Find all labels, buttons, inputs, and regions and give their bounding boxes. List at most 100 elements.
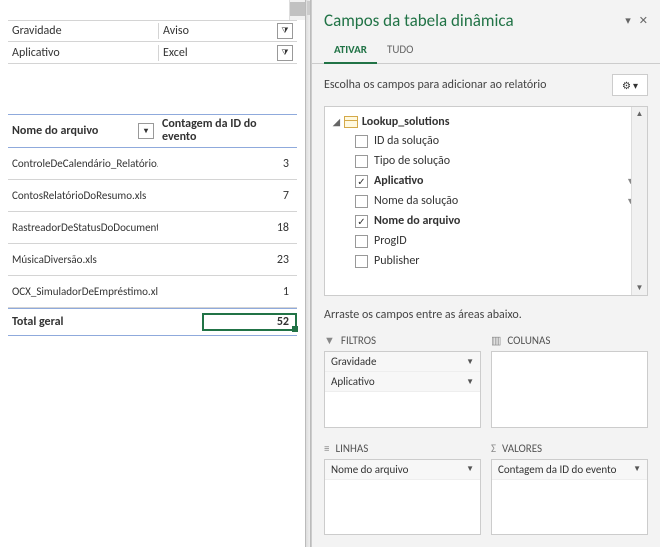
- scroll-down-icon[interactable]: ▼: [632, 281, 647, 295]
- vertical-scrollbar[interactable]: [289, 0, 305, 20]
- row-name: MúsicaDiversão.xls: [8, 253, 158, 266]
- filter-value-text: Aviso: [163, 24, 189, 38]
- chevron-down-icon[interactable]: ▼: [466, 377, 474, 387]
- dropdown-icon[interactable]: ▾: [625, 14, 631, 27]
- pane-tabs: ATIVAR TUDO: [312, 37, 660, 64]
- area-label: FILTROS: [341, 334, 376, 347]
- chevron-down-icon[interactable]: ▼: [466, 464, 474, 474]
- total-value-cell[interactable]: 52: [158, 315, 297, 329]
- field-item[interactable]: ✓ Nome do arquivo: [329, 211, 643, 231]
- filter-row: Gravidade Aviso ⧩: [8, 20, 297, 42]
- checkbox-icon[interactable]: [355, 255, 368, 268]
- area-header: ▼ FILTROS: [324, 330, 481, 351]
- checkbox-icon[interactable]: [355, 135, 368, 148]
- field-item[interactable]: Tipo de solução: [329, 151, 643, 171]
- field-label: Nome do arquivo: [374, 214, 639, 228]
- field-label: Nome da solução: [374, 194, 626, 208]
- area-item-label: Contagem da ID do evento: [498, 463, 616, 476]
- checkbox-icon[interactable]: [355, 235, 368, 248]
- area-item[interactable]: Nome do arquivo ▼: [325, 460, 480, 480]
- area-item-label: Gravidade: [331, 355, 376, 368]
- total-value: 52: [277, 315, 289, 329]
- row-count: 18: [158, 221, 297, 235]
- area-item-label: Nome do arquivo: [331, 463, 408, 476]
- chevron-down-icon[interactable]: ▼: [633, 464, 641, 474]
- tab-all[interactable]: TUDO: [377, 37, 423, 63]
- filter-label: Gravidade: [8, 24, 158, 38]
- pivot-worksheet-area: Gravidade Aviso ⧩ Aplicativo Excel ⧩ Nom…: [0, 0, 305, 547]
- pane-controls: ▾ ✕: [625, 14, 648, 27]
- pivot-header-row: Nome do arquivo ▾ Contagem da ID do even…: [8, 114, 297, 148]
- rows-drop-zone[interactable]: Nome do arquivo ▼: [324, 459, 481, 536]
- filter-value-cell[interactable]: Excel ⧩: [158, 45, 297, 61]
- row-count: 7: [158, 189, 297, 203]
- filter-value-cell[interactable]: Aviso ⧩: [158, 23, 297, 39]
- rows-area: ≡ LINHAS Nome do arquivo ▼: [324, 438, 481, 536]
- area-header: ≡ LINHAS: [324, 438, 481, 459]
- columns-drop-zone[interactable]: [491, 351, 648, 428]
- columns-icon: ▥: [491, 334, 501, 347]
- values-drop-zone[interactable]: Contagem da ID do evento ▼: [491, 459, 648, 536]
- value-header-cell: Contagem da ID do evento: [158, 115, 297, 147]
- tools-button[interactable]: ⚙ ▾: [612, 74, 648, 96]
- area-label: VALORES: [502, 442, 542, 455]
- table-row[interactable]: ControleDeCalendário_Relatório.xls 3: [8, 148, 297, 180]
- checkbox-icon[interactable]: [355, 155, 368, 168]
- filter-dropdown-button[interactable]: ⧩: [277, 23, 293, 39]
- row-name: RastreadorDeStatusDoDocumento.xlsx: [8, 221, 158, 234]
- table-node[interactable]: ◢ Lookup_solutions: [329, 113, 643, 131]
- filter-value-text: Excel: [163, 46, 188, 60]
- area-item[interactable]: Aplicativo ▼: [325, 372, 480, 392]
- choose-fields-label: Escolha os campos para adicionar ao rela…: [324, 78, 547, 92]
- table-row[interactable]: MúsicaDiversão.xls 23: [8, 244, 297, 276]
- funnel-icon: ▼: [324, 334, 335, 347]
- row-count: 23: [158, 253, 297, 267]
- filters-drop-zone[interactable]: Gravidade ▼ Aplicativo ▼: [324, 351, 481, 428]
- area-item-label: Aplicativo: [331, 375, 375, 388]
- area-header: ▥ COLUNAS: [491, 330, 648, 351]
- field-label: Aplicativo: [374, 174, 626, 188]
- filter-dropdown-button[interactable]: ⧩: [277, 45, 293, 61]
- row-count: 1: [158, 285, 297, 299]
- table-icon: [344, 116, 358, 128]
- table-row[interactable]: RastreadorDeStatusDoDocumento.xlsx 18: [8, 212, 297, 244]
- scroll-up-icon[interactable]: ▲: [632, 107, 647, 121]
- row-name: OCX_SimuladorDeEmpréstimo.xls: [8, 285, 158, 298]
- drop-areas-grid: ▼ FILTROS Gravidade ▼ Aplicativo ▼ ▥ COL…: [312, 330, 660, 547]
- area-item[interactable]: Contagem da ID do evento ▼: [492, 460, 647, 480]
- checkbox-icon[interactable]: ✓: [355, 175, 368, 188]
- checkbox-icon[interactable]: ✓: [355, 215, 368, 228]
- field-item[interactable]: Publisher: [329, 251, 643, 271]
- fields-scrollbar[interactable]: ▲ ▼: [631, 107, 647, 295]
- pane-title: Campos da tabela dinâmica: [324, 10, 514, 31]
- pane-header: Campos da tabela dinâmica ▾ ✕: [312, 0, 660, 37]
- chevron-down-icon[interactable]: ▼: [466, 357, 474, 367]
- row-count: 3: [158, 157, 297, 171]
- field-item[interactable]: ID da solução: [329, 131, 643, 151]
- filter-row: Aplicativo Excel ⧩: [8, 42, 297, 64]
- field-item[interactable]: ProgID: [329, 231, 643, 251]
- table-row[interactable]: ContosRelatórioDoResumo.xls 7: [8, 180, 297, 212]
- close-icon[interactable]: ✕: [639, 14, 648, 27]
- row-header-cell[interactable]: Nome do arquivo ▾: [8, 115, 158, 147]
- chevron-down-icon: ▾: [633, 79, 638, 92]
- values-area: Σ VALORES Contagem da ID do evento ▼: [491, 438, 648, 536]
- gear-icon: ⚙: [622, 79, 631, 92]
- filters-area: ▼ FILTROS Gravidade ▼ Aplicativo ▼: [324, 330, 481, 428]
- checkbox-icon[interactable]: [355, 195, 368, 208]
- table-row[interactable]: OCX_SimuladorDeEmpréstimo.xls 1: [8, 276, 297, 308]
- drag-areas-prompt: Arraste os campos entre as áreas abaixo.: [312, 296, 660, 330]
- funnel-icon: ⧩: [281, 48, 288, 58]
- row-header-dropdown[interactable]: ▾: [138, 123, 154, 139]
- area-header: Σ VALORES: [491, 438, 648, 459]
- row-name: ControleDeCalendário_Relatório.xls: [8, 157, 158, 170]
- tab-active[interactable]: ATIVAR: [324, 37, 377, 64]
- field-item[interactable]: ✓ Aplicativo ▼: [329, 171, 643, 191]
- area-label: LINHAS: [335, 442, 368, 455]
- collapse-icon[interactable]: ◢: [333, 117, 340, 128]
- table-name: Lookup_solutions: [362, 115, 450, 129]
- area-label: COLUNAS: [507, 334, 550, 347]
- pane-splitter[interactable]: [305, 0, 311, 547]
- field-item[interactable]: Nome da solução ▼: [329, 191, 643, 211]
- area-item[interactable]: Gravidade ▼: [325, 352, 480, 372]
